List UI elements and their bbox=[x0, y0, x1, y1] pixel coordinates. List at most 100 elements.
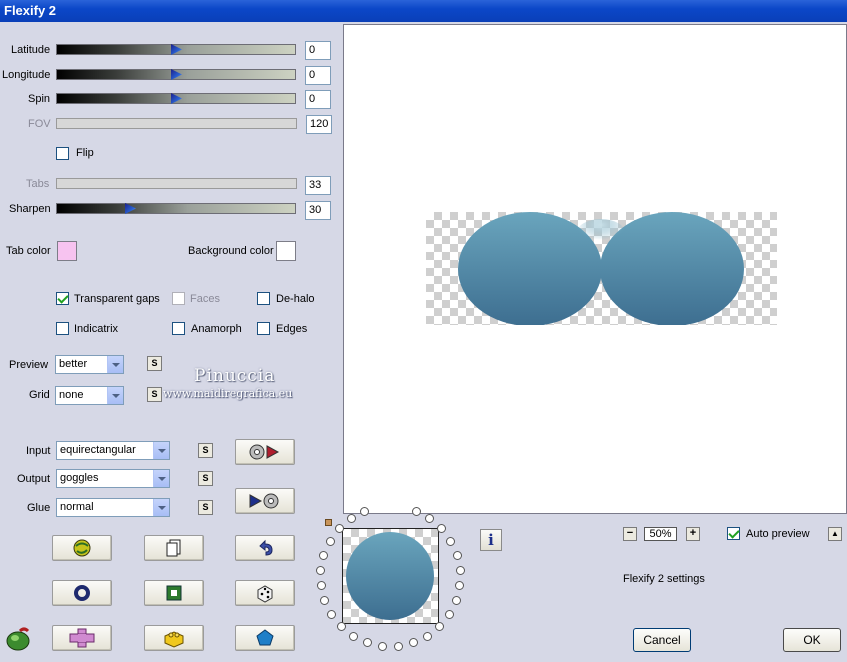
navigator-dot[interactable] bbox=[455, 565, 465, 575]
sharpen-slider-thumb[interactable] bbox=[125, 203, 136, 214]
load-input-button[interactable] bbox=[235, 439, 295, 465]
navigator-dot[interactable] bbox=[422, 631, 432, 641]
navigator-dot[interactable] bbox=[346, 514, 356, 524]
ring-button[interactable] bbox=[52, 580, 112, 606]
preview-s-button[interactable]: S bbox=[147, 356, 162, 371]
background-color-swatch[interactable] bbox=[276, 241, 296, 261]
square-frame-icon bbox=[166, 585, 182, 601]
navigator-dot[interactable] bbox=[320, 596, 330, 606]
input-label: Input bbox=[26, 445, 51, 457]
navigator-dot[interactable] bbox=[378, 641, 388, 651]
input-projection-select[interactable]: equirectangular bbox=[56, 441, 170, 460]
navigator-dot[interactable] bbox=[425, 514, 435, 524]
randomize-colors-button[interactable] bbox=[52, 535, 112, 561]
de-halo-label: De-halo bbox=[276, 293, 315, 305]
auto-preview-label: Auto preview bbox=[746, 528, 810, 540]
edges-checkbox[interactable] bbox=[257, 322, 270, 335]
auto-preview-checkbox[interactable] bbox=[727, 527, 740, 540]
flip-checkbox[interactable] bbox=[56, 147, 69, 160]
brick-button[interactable] bbox=[144, 625, 204, 651]
indicatrix-label: Indicatrix bbox=[74, 323, 119, 335]
preview-render bbox=[458, 212, 744, 325]
ok-button[interactable]: OK bbox=[783, 628, 841, 652]
cancel-button[interactable]: Cancel bbox=[633, 628, 691, 652]
navigator-dot[interactable] bbox=[452, 550, 462, 560]
tabs-slider bbox=[56, 178, 297, 189]
sharpen-slider[interactable] bbox=[56, 203, 296, 214]
navigator-dot[interactable] bbox=[319, 550, 329, 560]
preview-canvas[interactable] bbox=[343, 24, 847, 514]
thumbnail-preview[interactable] bbox=[342, 528, 439, 624]
longitude-label: Longitude bbox=[2, 69, 51, 81]
fov-slider bbox=[56, 118, 297, 129]
background-color-label: Background color bbox=[188, 245, 274, 257]
navigator-dot[interactable] bbox=[337, 622, 347, 632]
navigator-dot[interactable] bbox=[451, 596, 461, 606]
navigator-dot[interactable] bbox=[444, 610, 454, 620]
navigator-handle[interactable] bbox=[325, 519, 332, 526]
navigator-dot[interactable] bbox=[316, 581, 326, 591]
navigator-dot[interactable] bbox=[325, 536, 335, 546]
fov-value[interactable]: 120 bbox=[306, 115, 332, 134]
latitude-slider-thumb[interactable] bbox=[171, 44, 182, 55]
load-output-button[interactable] bbox=[235, 488, 295, 514]
flip-label: Flip bbox=[76, 147, 94, 159]
input-s-button[interactable]: S bbox=[198, 443, 213, 458]
ok-label: OK bbox=[803, 633, 821, 647]
frame-button[interactable] bbox=[144, 580, 204, 606]
tab-color-swatch[interactable] bbox=[57, 241, 77, 261]
output-s-button[interactable]: S bbox=[198, 471, 213, 486]
undo-button[interactable] bbox=[235, 535, 295, 561]
navigator-dot[interactable] bbox=[455, 581, 465, 591]
tabs-value[interactable]: 33 bbox=[305, 176, 331, 195]
navigator-dot[interactable] bbox=[363, 638, 373, 648]
latitude-slider[interactable] bbox=[56, 44, 296, 55]
spin-slider[interactable] bbox=[56, 93, 296, 104]
indicatrix-checkbox[interactable] bbox=[56, 322, 69, 335]
minus-icon: − bbox=[626, 527, 634, 539]
navigator-dot[interactable] bbox=[437, 524, 447, 534]
preview-quality-select[interactable]: better bbox=[55, 355, 124, 374]
navigator-dot[interactable] bbox=[316, 565, 326, 575]
output-projection-value: goggles bbox=[60, 472, 99, 484]
longitude-value[interactable]: 0 bbox=[305, 66, 331, 85]
dice-icon bbox=[257, 585, 273, 603]
transparent-gaps-checkbox[interactable] bbox=[56, 292, 69, 305]
grid-label: Grid bbox=[29, 389, 50, 401]
random-settings-button[interactable] bbox=[235, 580, 295, 606]
chevron-down-icon bbox=[153, 442, 169, 459]
zoom-in-button[interactable]: + bbox=[686, 527, 700, 541]
navigator-dot[interactable] bbox=[434, 622, 444, 632]
glue-select[interactable]: normal bbox=[56, 498, 170, 517]
navigator-dot[interactable] bbox=[446, 536, 456, 546]
grid-select[interactable]: none bbox=[55, 386, 124, 405]
navigator-dot[interactable] bbox=[334, 524, 344, 534]
spin-value[interactable]: 0 bbox=[305, 90, 331, 109]
navigator-dot[interactable] bbox=[327, 610, 337, 620]
navigator-dot[interactable] bbox=[411, 506, 421, 516]
undo-arrow-icon bbox=[259, 539, 273, 556]
latitude-value[interactable]: 0 bbox=[305, 41, 331, 60]
longitude-slider-thumb[interactable] bbox=[171, 69, 182, 80]
navigator-dot[interactable] bbox=[393, 641, 403, 651]
spin-slider-thumb[interactable] bbox=[171, 93, 182, 104]
output-projection-select[interactable]: goggles bbox=[56, 469, 170, 488]
chevron-down-icon bbox=[107, 387, 123, 404]
grid-s-button[interactable]: S bbox=[147, 387, 162, 402]
longitude-slider[interactable] bbox=[56, 69, 296, 80]
settings-name: Flexify 2 settings bbox=[623, 573, 705, 585]
zoom-out-button[interactable]: − bbox=[623, 527, 637, 541]
info-button[interactable]: i bbox=[480, 529, 502, 551]
collapse-button[interactable]: ▲ bbox=[828, 527, 842, 541]
navigator-dot[interactable] bbox=[408, 638, 418, 648]
zoom-level: 50% bbox=[644, 527, 677, 541]
new-document-button[interactable] bbox=[144, 535, 204, 561]
sharpen-value[interactable]: 30 bbox=[305, 201, 331, 220]
navigator-dot[interactable] bbox=[349, 631, 359, 641]
anamorph-checkbox[interactable] bbox=[172, 322, 185, 335]
de-halo-checkbox[interactable] bbox=[257, 292, 270, 305]
glue-s-button[interactable]: S bbox=[198, 500, 213, 515]
gem-button[interactable] bbox=[235, 625, 295, 651]
navigator-dot[interactable] bbox=[360, 506, 370, 516]
cross-button[interactable] bbox=[52, 625, 112, 651]
